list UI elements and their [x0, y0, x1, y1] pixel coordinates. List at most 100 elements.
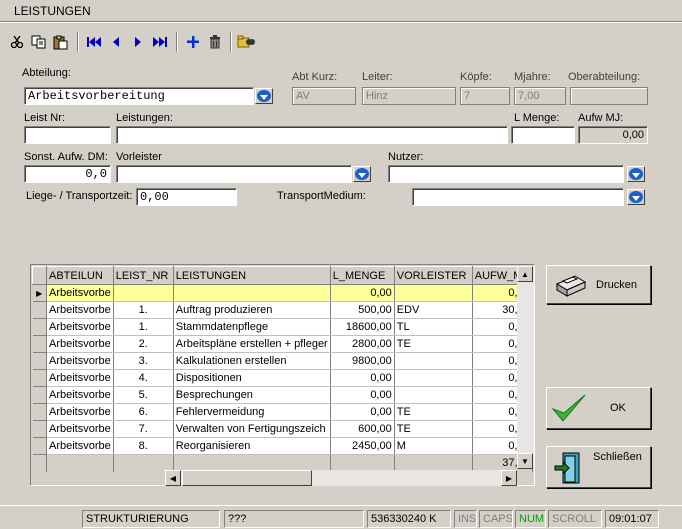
table-cell[interactable]: Arbeitsvorbe — [46, 352, 114, 370]
abteilung-dropdown-button[interactable] — [255, 88, 273, 104]
table-row[interactable]: ▶Arbeitsvorbe0,000,00 — [32, 284, 533, 302]
row-selector[interactable] — [32, 420, 47, 438]
table-cell[interactable]: Kalkulationen erstellen — [173, 352, 331, 370]
table-row[interactable]: Arbeitsvorbe6.Fehlervermeidung0,00TE0,00 — [32, 403, 533, 421]
table-row[interactable]: Arbeitsvorbe8.Reorganisieren2450,00M0,26 — [32, 437, 533, 455]
table-cell[interactable]: 4. — [113, 369, 174, 387]
table-cell[interactable]: Arbeitsvorbe — [46, 335, 114, 353]
row-selector[interactable] — [32, 437, 47, 455]
table-cell[interactable]: 3. — [113, 352, 174, 370]
row-selector[interactable] — [32, 403, 47, 421]
table-cell[interactable]: 18600,00 — [330, 318, 395, 336]
vorleister-dropdown-button[interactable] — [353, 166, 371, 182]
table-cell[interactable]: 600,00 — [330, 420, 395, 438]
table-cell[interactable]: TE — [394, 335, 473, 353]
drucken-button[interactable]: Drucken — [546, 265, 651, 304]
table-cell[interactable]: Dispositionen — [173, 369, 331, 387]
column-header[interactable]: LEIST_NR — [112, 266, 174, 285]
table-cell[interactable]: 6. — [113, 403, 174, 421]
table-cell[interactable] — [113, 284, 174, 302]
column-header[interactable]: VORLEISTER — [393, 266, 473, 285]
table-cell[interactable]: Arbeitsvorbe — [46, 369, 114, 387]
prev-record-icon[interactable] — [107, 33, 125, 51]
table-cell[interactable]: Arbeitspläne erstellen + pfleger — [173, 335, 331, 353]
table-row[interactable]: Arbeitsvorbe4.Dispositionen0,000,00 — [32, 369, 533, 387]
last-record-icon[interactable] — [151, 33, 169, 51]
table-cell[interactable] — [394, 352, 473, 370]
table-cell[interactable]: 9800,00 — [330, 352, 395, 370]
table-cell[interactable] — [173, 284, 331, 302]
table-cell[interactable]: 0,00 — [330, 369, 395, 387]
table-row[interactable]: Arbeitsvorbe 3. Kalkulationen erstellen 980… — [32, 352, 533, 370]
table-cell[interactable]: Arbeitsvorbe — [46, 284, 114, 302]
add-icon[interactable] — [184, 33, 202, 51]
table-cell[interactable]: Arbeitsvorbe — [46, 437, 114, 455]
scroll-thumb[interactable] — [182, 470, 312, 486]
next-record-icon[interactable] — [129, 33, 147, 51]
leistungen-input[interactable] — [116, 126, 508, 144]
table-cell[interactable] — [394, 284, 473, 302]
row-selector[interactable] — [32, 352, 47, 370]
row-selector[interactable] — [32, 301, 47, 319]
sonst-aufw-input[interactable]: 0,0 — [24, 165, 111, 183]
abteilung-select[interactable]: Arbeitsvorbereitung — [24, 87, 254, 105]
table-cell[interactable]: Arbeitsvorbe — [46, 301, 114, 319]
row-selector[interactable] — [32, 386, 47, 404]
table-cell[interactable]: 0,00 — [330, 403, 395, 421]
current-row-indicator-icon[interactable]: ▶ — [32, 284, 47, 302]
paste-icon[interactable] — [52, 33, 70, 51]
schliessen-button[interactable]: Schließen — [546, 446, 651, 488]
table-row[interactable]: Arbeitsvorbe 1. Auftrag produzieren 500,00 E… — [32, 301, 533, 319]
table-cell[interactable]: Verwalten von Fertigungszeich — [173, 420, 331, 438]
table-cell[interactable]: 8. — [113, 437, 174, 455]
table-cell[interactable] — [394, 386, 473, 404]
first-record-icon[interactable] — [85, 33, 103, 51]
table-row[interactable]: Arbeitsvorbe 2. Arbeitspläne erstellen + p… — [32, 335, 533, 353]
column-header[interactable]: LEISTUNGEN — [172, 266, 331, 285]
table-cell[interactable]: Fehlervermeidung — [173, 403, 331, 421]
table-cell[interactable]: Arbeitsvorbe — [46, 318, 114, 336]
scroll-right-icon[interactable]: ▶ — [501, 470, 517, 486]
table-row[interactable]: Arbeitsvorbe5.Besprechungen0,000,00 — [32, 386, 533, 404]
table-cell[interactable]: Arbeitsvorbe — [46, 403, 114, 421]
table-cell[interactable]: 0,00 — [330, 284, 395, 302]
l-menge-input[interactable] — [511, 126, 575, 144]
table-cell[interactable]: Reorganisieren — [173, 437, 331, 455]
row-selector[interactable] — [32, 369, 47, 387]
table-cell[interactable]: TE — [394, 403, 473, 421]
grid-horizontal-scrollbar[interactable]: ◀ ▶ — [165, 470, 517, 486]
vorleister-select[interactable] — [116, 165, 352, 183]
scroll-left-icon[interactable]: ◀ — [165, 470, 181, 486]
column-header[interactable]: ABTEILUN — [46, 266, 114, 285]
nutzer-dropdown-button[interactable] — [627, 166, 645, 182]
table-cell[interactable]: 5. — [113, 386, 174, 404]
row-selector[interactable] — [32, 318, 47, 336]
table-cell[interactable]: 7. — [113, 420, 174, 438]
table-cell[interactable]: 1. — [113, 318, 174, 336]
transport-medium-dropdown-button[interactable] — [627, 189, 645, 205]
column-header[interactable]: L_MENGE — [329, 266, 395, 285]
grid-vertical-scrollbar[interactable]: ▲ ▼ — [517, 266, 534, 469]
table-row[interactable]: Arbeitsvorbe 7. Verwalten von Fertigungsze… — [32, 420, 533, 438]
liege-transport-input[interactable]: 0,00 — [136, 188, 237, 206]
table-cell[interactable]: Stammdatenpflege — [173, 318, 331, 336]
table-cell[interactable]: EDV — [394, 301, 473, 319]
table-cell[interactable]: 2450,00 — [330, 437, 395, 455]
table-cell[interactable]: Arbeitsvorbe — [46, 420, 114, 438]
table-cell[interactable]: TE — [394, 420, 473, 438]
table-cell[interactable]: 0,00 — [330, 386, 395, 404]
search-icon[interactable] — [237, 33, 255, 51]
cut-icon[interactable] — [8, 33, 26, 51]
leistungen-grid[interactable]: ABTEILUN LEIST_NR LEISTUNGEN L_MENGE VOR… — [30, 264, 535, 486]
table-cell[interactable]: 500,00 — [330, 301, 395, 319]
copy-icon[interactable] — [30, 33, 48, 51]
table-cell[interactable]: 2. — [113, 335, 174, 353]
row-selector[interactable] — [32, 335, 47, 353]
table-cell[interactable]: Besprechungen — [173, 386, 331, 404]
table-cell[interactable]: TL — [394, 318, 473, 336]
leist-nr-input[interactable] — [24, 126, 111, 144]
nutzer-select[interactable] — [388, 165, 624, 183]
table-row[interactable]: Arbeitsvorbe 1. Stammdatenpflege 18600,00 TL… — [32, 318, 533, 336]
table-cell[interactable]: 1. — [113, 301, 174, 319]
table-cell[interactable]: M — [394, 437, 473, 455]
